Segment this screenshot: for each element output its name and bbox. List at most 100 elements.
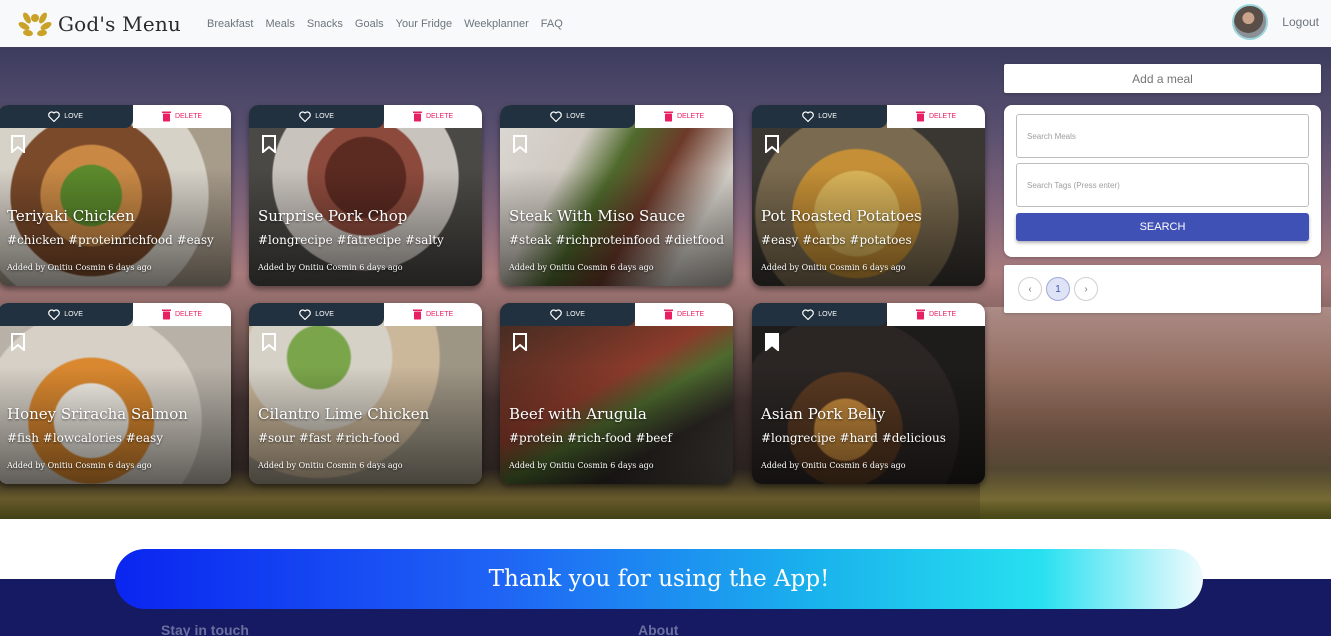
nav-links: Breakfast Meals Snacks Goals Your Fridge…	[207, 18, 575, 30]
delete-button[interactable]: DELETE	[887, 303, 985, 326]
delete-label: DELETE	[174, 113, 203, 120]
meal-meta: Added by Onitiu Cosmin 6 days ago	[509, 263, 654, 272]
meal-meta: Added by Onitiu Cosmin 6 days ago	[258, 461, 403, 470]
laurel-logo-icon	[18, 12, 52, 36]
logout-link[interactable]: Logout	[1282, 15, 1319, 29]
thanks-banner: Thank you for using the App!	[115, 549, 1203, 609]
footer-heading-about: About	[638, 622, 679, 636]
heart-icon	[550, 309, 563, 320]
delete-button[interactable]: DELETE	[635, 105, 733, 128]
meal-meta: Added by Onitiu Cosmin 6 days ago	[761, 263, 906, 272]
delete-button[interactable]: DELETE	[887, 105, 985, 128]
meal-tags: #sour #fast #rich-food	[258, 431, 400, 445]
meal-title[interactable]: Surprise Pork Chop	[258, 207, 407, 225]
delete-label: DELETE	[174, 311, 203, 318]
delete-button[interactable]: DELETE	[635, 303, 733, 326]
brand[interactable]: God's Menu	[18, 8, 181, 40]
bookmark-icon[interactable]	[513, 135, 527, 153]
nav-link-meals[interactable]: Meals	[265, 18, 294, 30]
love-label: LOVE	[566, 113, 585, 120]
pagination-panel: ‹ 1 ›	[1004, 265, 1321, 313]
trash-icon	[161, 111, 171, 122]
heart-icon	[550, 111, 563, 122]
love-button[interactable]: LOVE	[0, 105, 134, 128]
delete-label: DELETE	[928, 113, 957, 120]
love-button[interactable]: LOVE	[0, 303, 134, 326]
meal-title[interactable]: Asian Pork Belly	[761, 405, 885, 423]
meal-meta: Added by Onitiu Cosmin 6 days ago	[258, 263, 403, 272]
love-label: LOVE	[818, 113, 837, 120]
bookmark-icon[interactable]	[765, 135, 779, 153]
meal-card[interactable]: LOVE DELETE Teriyaki Chicken #chicken #p…	[0, 105, 231, 286]
meal-title[interactable]: Cilantro Lime Chicken	[258, 405, 429, 423]
delete-button[interactable]: DELETE	[133, 105, 231, 128]
search-button[interactable]: SEARCH	[1016, 213, 1309, 241]
meal-title[interactable]: Steak With Miso Sauce	[509, 207, 685, 225]
bookmark-icon[interactable]	[11, 333, 25, 351]
meal-title[interactable]: Pot Roasted Potatoes	[761, 207, 922, 225]
bookmark-icon[interactable]	[262, 333, 276, 351]
meal-card[interactable]: LOVE DELETE Surprise Pork Chop #longreci…	[249, 105, 482, 286]
nav-link-faq[interactable]: FAQ	[541, 18, 563, 30]
search-meals-input[interactable]: Search Meals	[1016, 114, 1309, 158]
delete-label: DELETE	[425, 311, 454, 318]
meal-tags: #longrecipe #fatrecipe #salty	[258, 233, 444, 247]
trash-icon	[915, 309, 925, 320]
nav-link-breakfast[interactable]: Breakfast	[207, 18, 253, 30]
chevron-left-icon: ‹	[1028, 283, 1032, 295]
trash-icon	[412, 111, 422, 122]
love-button[interactable]: LOVE	[752, 105, 888, 128]
delete-button[interactable]: DELETE	[133, 303, 231, 326]
meal-card[interactable]: LOVE DELETE Cilantro Lime Chicken #sour …	[249, 303, 482, 484]
meal-title[interactable]: Honey Sriracha Salmon	[7, 405, 188, 423]
trash-icon	[663, 111, 673, 122]
delete-label: DELETE	[676, 113, 705, 120]
meal-tags: #fish #lowcalories #easy	[7, 431, 163, 445]
nav-link-your-fridge[interactable]: Your Fridge	[396, 18, 452, 30]
meal-meta: Added by Onitiu Cosmin 6 days ago	[7, 263, 152, 272]
nav-link-snacks[interactable]: Snacks	[307, 18, 343, 30]
add-meal-button[interactable]: Add a meal	[1004, 64, 1321, 93]
meal-card[interactable]: LOVE DELETE Pot Roasted Potatoes #easy #…	[752, 105, 985, 286]
next-page-button[interactable]: ›	[1074, 277, 1098, 301]
meal-card[interactable]: LOVE DELETE Beef with Arugula #protein #…	[500, 303, 733, 484]
footer-heading-stay-in-touch: Stay in touch	[161, 622, 249, 636]
trash-icon	[412, 309, 422, 320]
trash-icon	[663, 309, 673, 320]
love-label: LOVE	[64, 113, 83, 120]
bookmark-icon[interactable]	[513, 333, 527, 351]
meal-meta: Added by Onitiu Cosmin 6 days ago	[509, 461, 654, 470]
love-label: LOVE	[818, 311, 837, 318]
page-1-button[interactable]: 1	[1046, 277, 1070, 301]
search-panel: Search Meals Search Tags (Press enter) S…	[1004, 105, 1321, 257]
meal-tags: #easy #carbs #potatoes	[761, 233, 912, 247]
nav-link-weekplanner[interactable]: Weekplanner	[464, 18, 529, 30]
love-button[interactable]: LOVE	[249, 303, 385, 326]
bookmark-icon[interactable]	[262, 135, 276, 153]
meal-title[interactable]: Teriyaki Chicken	[7, 207, 135, 225]
love-label: LOVE	[315, 113, 334, 120]
meal-card[interactable]: LOVE DELETE Steak With Miso Sauce #steak…	[500, 105, 733, 286]
love-button[interactable]: LOVE	[752, 303, 888, 326]
nav-link-goals[interactable]: Goals	[355, 18, 384, 30]
prev-page-button[interactable]: ‹	[1018, 277, 1042, 301]
meal-title[interactable]: Beef with Arugula	[509, 405, 647, 423]
love-button[interactable]: LOVE	[500, 303, 636, 326]
heart-icon	[48, 111, 61, 122]
meal-card[interactable]: LOVE DELETE Honey Sriracha Salmon #fish …	[0, 303, 231, 484]
love-button[interactable]: LOVE	[500, 105, 636, 128]
delete-button[interactable]: DELETE	[384, 105, 482, 128]
heart-icon	[299, 111, 312, 122]
meal-meta: Added by Onitiu Cosmin 6 days ago	[761, 461, 906, 470]
delete-label: DELETE	[425, 113, 454, 120]
trash-icon	[915, 111, 925, 122]
love-button[interactable]: LOVE	[249, 105, 385, 128]
bookmark-icon[interactable]	[11, 135, 25, 153]
delete-button[interactable]: DELETE	[384, 303, 482, 326]
avatar[interactable]	[1232, 4, 1269, 40]
bookmark-icon[interactable]	[765, 333, 779, 351]
nav-right: Logout	[1232, 4, 1319, 40]
meal-card[interactable]: LOVE DELETE Asian Pork Belly #longrecipe…	[752, 303, 985, 484]
search-tags-input[interactable]: Search Tags (Press enter)	[1016, 163, 1309, 207]
brand-name: God's Menu	[58, 11, 182, 36]
